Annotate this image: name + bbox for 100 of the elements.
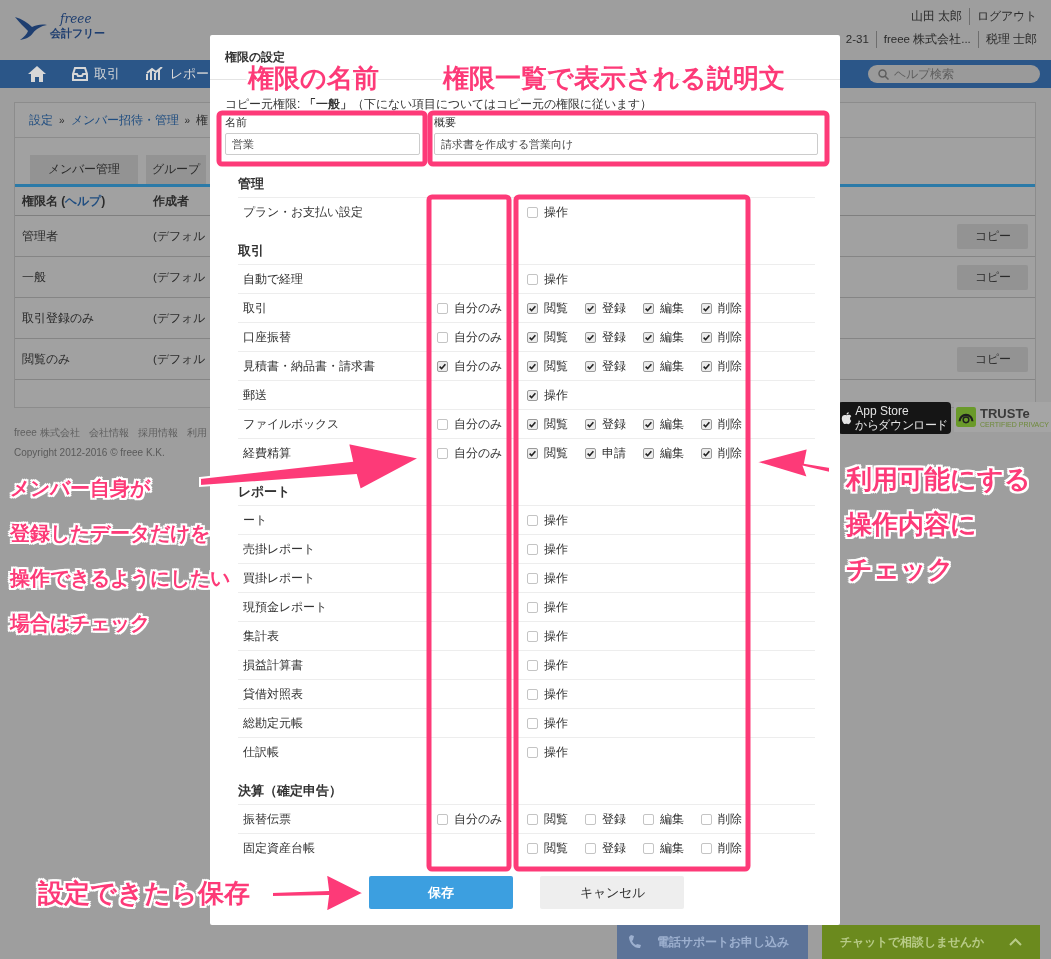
- tab[interactable]: グループ: [146, 155, 206, 184]
- permission-label: 見積書・納品書・請求書: [243, 358, 375, 373]
- annotation-text: 利用可能にする 操作内容に チェック: [846, 463, 1031, 586]
- checkbox-label: 登録: [602, 839, 626, 857]
- cancel-button[interactable]: キャンセル: [540, 876, 684, 909]
- checkbox-label: 操作: [544, 386, 568, 404]
- checkbox-label: 編集: [660, 328, 684, 346]
- text-field[interactable]: 営業: [225, 133, 420, 155]
- header-link[interactable]: 2-31: [838, 31, 876, 48]
- checkbox-label: 登録: [602, 810, 626, 828]
- checkbox[interactable]: [701, 447, 712, 459]
- checkbox[interactable]: [701, 331, 712, 343]
- annotation-text: 権限一覧で表示される説明文: [443, 63, 785, 93]
- checkbox[interactable]: [527, 842, 538, 854]
- checkbox[interactable]: [527, 389, 538, 401]
- text-field[interactable]: 請求書を作成する営業向け: [434, 133, 818, 155]
- checkbox[interactable]: [701, 813, 712, 825]
- checkbox[interactable]: [437, 302, 448, 314]
- checkbox-label: 編集: [660, 299, 684, 317]
- breadcrumb-link[interactable]: 設定: [29, 111, 53, 129]
- checkbox[interactable]: [527, 746, 538, 758]
- checkbox-label: 操作: [544, 627, 568, 645]
- permission-label: 貸借対照表: [243, 686, 303, 701]
- checkbox[interactable]: [585, 360, 596, 372]
- permission-label: 売掛レポート: [243, 541, 315, 556]
- tab[interactable]: メンバー管理: [30, 155, 138, 184]
- checkbox[interactable]: [643, 302, 654, 314]
- checkbox[interactable]: [527, 447, 538, 459]
- checkbox[interactable]: [527, 572, 538, 584]
- checkbox[interactable]: [437, 360, 448, 372]
- nav-item[interactable]: 取引: [94, 65, 120, 83]
- column-header: 作成者: [153, 194, 189, 207]
- checkbox[interactable]: [643, 842, 654, 854]
- checkbox-label: 削除: [718, 328, 742, 346]
- checkbox[interactable]: [585, 418, 596, 430]
- checkbox[interactable]: [527, 514, 538, 526]
- help-link[interactable]: ヘルプ: [65, 193, 102, 208]
- header-link[interactable]: ログアウト: [969, 8, 1037, 25]
- checkbox[interactable]: [701, 360, 712, 372]
- checkbox-label: 操作: [544, 511, 568, 529]
- checkbox[interactable]: [643, 813, 654, 825]
- checkbox-label: 操作: [544, 685, 568, 703]
- app-store-badge[interactable]: App Store からダウンロード: [838, 402, 951, 434]
- save-button[interactable]: 保存: [369, 876, 513, 909]
- checkbox[interactable]: [527, 206, 538, 218]
- permission-label: 郵送: [243, 387, 267, 402]
- tray-icon: [72, 67, 88, 81]
- breadcrumb-link[interactable]: メンバー招待・管理: [70, 111, 179, 129]
- home-icon[interactable]: [28, 66, 46, 82]
- permission-label: ファイルボックス: [243, 416, 339, 431]
- checkbox[interactable]: [527, 630, 538, 642]
- checkbox[interactable]: [437, 418, 448, 430]
- checkbox[interactable]: [701, 418, 712, 430]
- checkbox[interactable]: [643, 331, 654, 343]
- column-header: 権限名 (: [22, 193, 66, 208]
- header-link[interactable]: 税理 士郎: [977, 31, 1037, 48]
- checkbox[interactable]: [585, 331, 596, 343]
- checkbox-label: 削除: [718, 357, 742, 375]
- checkbox[interactable]: [585, 447, 596, 459]
- phone-icon: [629, 935, 641, 949]
- nav-item[interactable]: レポー: [170, 65, 209, 83]
- checkbox[interactable]: [527, 659, 538, 671]
- checkbox[interactable]: [437, 447, 448, 459]
- checkbox[interactable]: [585, 813, 596, 825]
- checkbox[interactable]: [527, 360, 538, 372]
- checkbox[interactable]: [585, 842, 596, 854]
- checkbox[interactable]: [527, 688, 538, 700]
- checkbox[interactable]: [527, 273, 538, 285]
- header-link[interactable]: freee 株式会社...: [875, 31, 978, 48]
- header-link[interactable]: 山田 太郎: [903, 8, 969, 25]
- checkbox[interactable]: [643, 360, 654, 372]
- checkbox[interactable]: [527, 543, 538, 555]
- checkbox[interactable]: [527, 601, 538, 613]
- copy-button[interactable]: コピー: [957, 223, 1028, 249]
- checkbox[interactable]: [643, 447, 654, 459]
- checkbox[interactable]: [527, 418, 538, 430]
- checkbox-label: 編集: [660, 810, 684, 828]
- checkbox-label: 操作: [544, 569, 568, 587]
- copy-button[interactable]: コピー: [957, 264, 1028, 290]
- checkbox[interactable]: [585, 302, 596, 314]
- permission-label: 自動で経理: [243, 271, 303, 286]
- checkbox[interactable]: [437, 331, 448, 343]
- checkbox-label: 閲覧: [544, 810, 568, 828]
- checkbox[interactable]: [437, 813, 448, 825]
- checkbox[interactable]: [527, 813, 538, 825]
- permission-label: 仕訳帳: [243, 744, 279, 759]
- checkbox-label: 自分のみ: [454, 328, 502, 346]
- checkbox[interactable]: [701, 842, 712, 854]
- app-name: 会計フリー: [50, 26, 105, 41]
- table-cell: 取引登録のみ: [22, 310, 94, 325]
- checkbox[interactable]: [527, 331, 538, 343]
- permission-label: 口座振替: [243, 329, 291, 344]
- checkbox-label: 編集: [660, 357, 684, 375]
- checkbox[interactable]: [701, 302, 712, 314]
- checkbox[interactable]: [643, 418, 654, 430]
- checkbox[interactable]: [527, 717, 538, 729]
- checkbox-label: 申請: [602, 444, 626, 462]
- checkbox-label: 削除: [718, 444, 742, 462]
- checkbox[interactable]: [527, 302, 538, 314]
- copy-button[interactable]: コピー: [957, 346, 1028, 372]
